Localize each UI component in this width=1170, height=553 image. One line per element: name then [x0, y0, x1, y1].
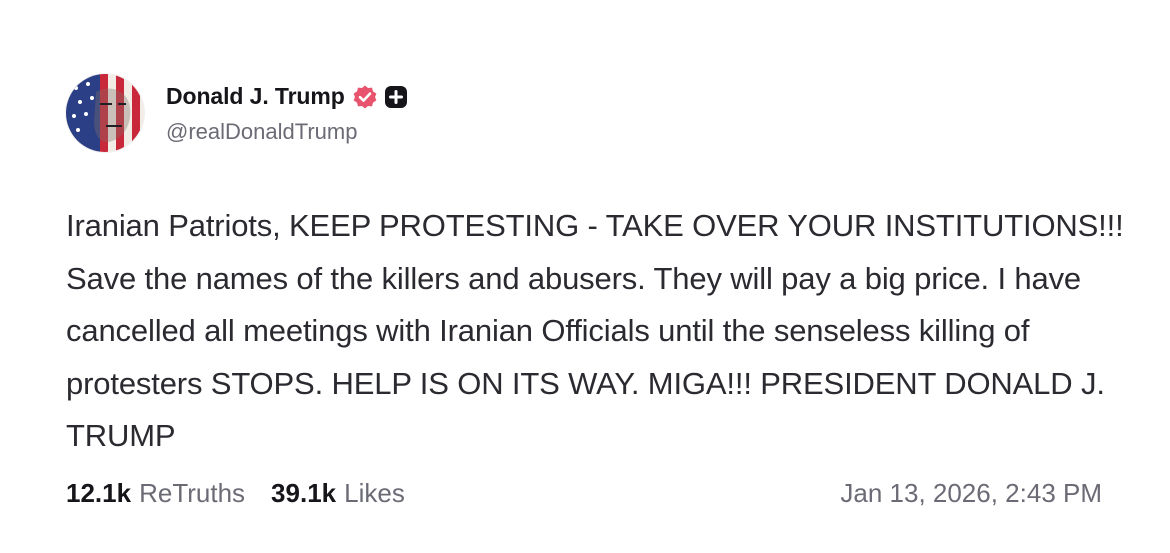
post-stats: 12.1k ReTruths 39.1k Likes: [66, 478, 431, 509]
author-handle[interactable]: @realDonaldTrump: [166, 119, 408, 145]
post-timestamp[interactable]: Jan 13, 2026, 2:43 PM: [840, 478, 1102, 509]
likes-stat[interactable]: 39.1k Likes: [271, 478, 405, 509]
avatar[interactable]: [66, 74, 144, 152]
american-flag-portrait-avatar-icon: [66, 74, 144, 152]
post-footer: 12.1k ReTruths 39.1k Likes Jan 13, 2026,…: [66, 478, 1102, 509]
post-card: Donald J. Trump @realDonaldTrump Iranian…: [0, 0, 1170, 553]
likes-count: 39.1k: [271, 478, 337, 508]
author-identity: Donald J. Trump @realDonaldTrump: [166, 82, 408, 145]
retruths-label: ReTruths: [139, 478, 246, 508]
verified-badge-icon: [352, 84, 378, 110]
author-name-row: Donald J. Trump: [166, 82, 408, 112]
retruths-count: 12.1k: [66, 478, 132, 508]
plus-badge-icon: [384, 85, 408, 109]
post-text: Iranian Patriots, KEEP PROTESTING - TAKE…: [66, 208, 1124, 453]
retruths-stat[interactable]: 12.1k ReTruths: [66, 478, 245, 509]
likes-label: Likes: [344, 478, 405, 508]
post-header: Donald J. Trump @realDonaldTrump: [66, 74, 408, 152]
author-display-name[interactable]: Donald J. Trump: [166, 83, 345, 110]
